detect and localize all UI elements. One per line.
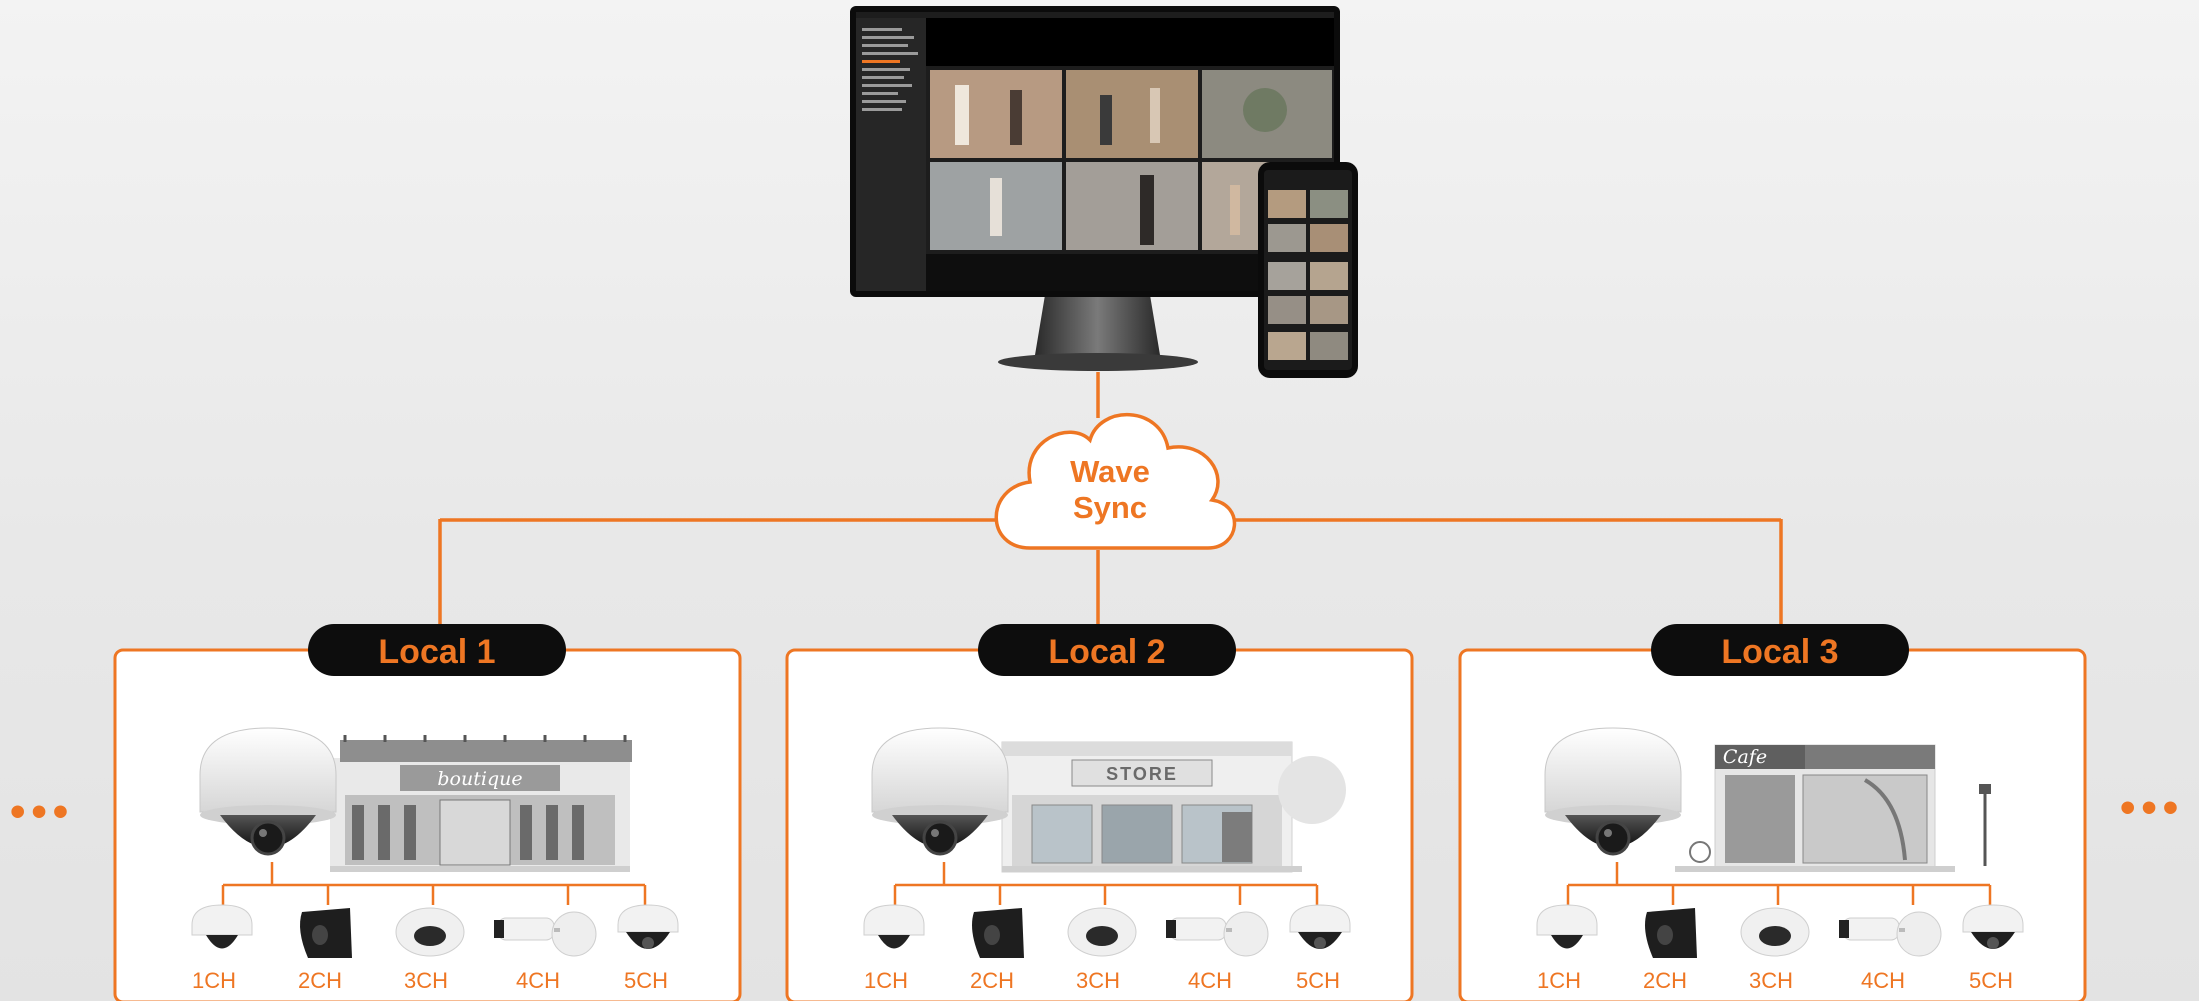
channel-label-5: 5CH — [1969, 968, 2013, 993]
channel-label-3: 3CH — [404, 968, 448, 993]
channel-label-2: 2CH — [970, 968, 1014, 993]
smartphone-icon — [1258, 162, 1358, 378]
building-sign: STORE — [1106, 764, 1178, 784]
ellipsis-left: ••• — [10, 787, 74, 836]
channel-label-2: 2CH — [1643, 968, 1687, 993]
channel-label-2: 2CH — [298, 968, 342, 993]
wedge-camera-icon — [1645, 908, 1697, 958]
site-panel-local-2: Local 2 STORE 1CH 2CH 3CH 4CH 5CH — [785, 624, 1414, 1001]
cloud-icon: Wave Sync — [994, 413, 1237, 550]
wedge-camera-icon — [300, 908, 352, 958]
site-tab-label: Local 2 — [1048, 633, 1165, 671]
channel-label-1: 1CH — [864, 968, 908, 993]
cloud-label-line2: Sync — [1073, 490, 1147, 525]
building-sign: Cafe — [1723, 746, 1767, 768]
wedge-camera-icon — [972, 908, 1024, 958]
building-sign: boutique — [437, 768, 522, 790]
flat-dome-camera-icon — [1740, 907, 1810, 957]
site-tab-label: Local 3 — [1721, 633, 1838, 671]
channel-label-5: 5CH — [1296, 968, 1340, 993]
flat-dome-camera-icon — [1067, 907, 1137, 957]
storefront-icon: boutique — [330, 735, 632, 872]
network-diagram: Wave Sync ••• ••• Local 1 boutique 1CH 2… — [10, 6, 2184, 1001]
ellipsis-right: ••• — [2120, 783, 2184, 832]
flat-dome-camera-icon — [395, 907, 465, 957]
channel-label-4: 4CH — [1861, 968, 1905, 993]
channel-label-1: 1CH — [192, 968, 236, 993]
cloud-label-line1: Wave — [1070, 454, 1150, 489]
channel-label-5: 5CH — [624, 968, 668, 993]
channel-label-4: 4CH — [1188, 968, 1232, 993]
channel-label-1: 1CH — [1537, 968, 1581, 993]
channel-label-3: 3CH — [1076, 968, 1120, 993]
site-tab-label: Local 1 — [378, 633, 495, 671]
site-panel-local-3: Local 3 Cafe 1CH 2CH 3CH 4CH 5CH — [1458, 624, 2087, 1001]
channel-label-3: 3CH — [1749, 968, 1793, 993]
site-panel-local-1: Local 1 boutique 1CH 2CH 3CH 4CH 5CH — [113, 624, 742, 1001]
channel-label-4: 4CH — [516, 968, 560, 993]
